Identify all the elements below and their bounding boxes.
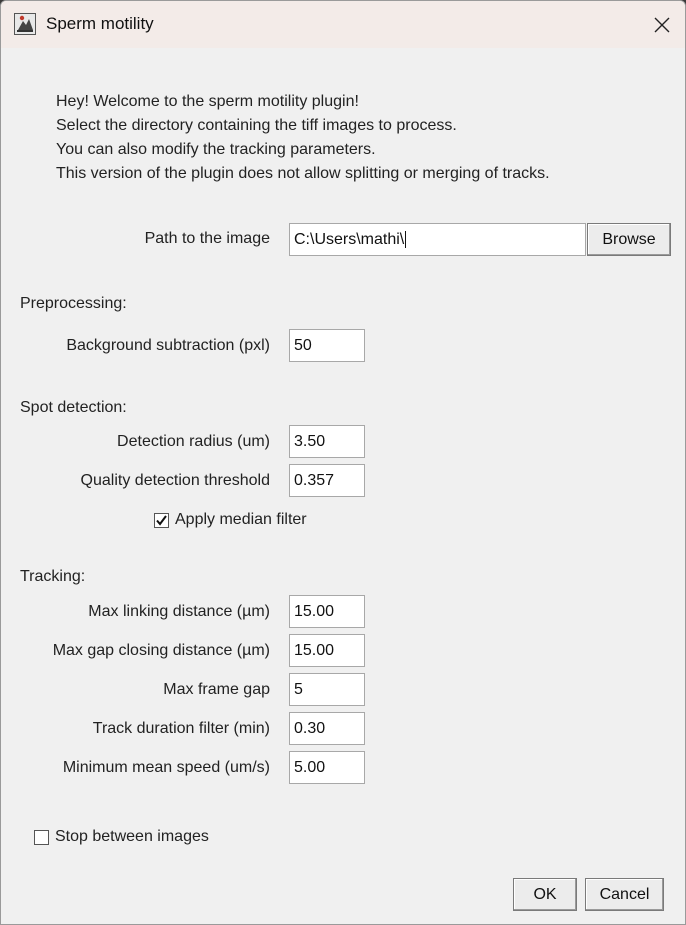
median-filter-label: Apply median filter xyxy=(175,511,307,528)
close-icon xyxy=(654,17,670,32)
text-cursor xyxy=(405,231,407,248)
minimum-mean-speed-label: Minimum mean speed (um/s) xyxy=(62,759,270,776)
median-filter-checkbox[interactable] xyxy=(154,512,169,528)
quality-threshold-label: Quality detection threshold xyxy=(80,472,270,489)
max-frame-gap-label: Max frame gap xyxy=(163,681,270,698)
track-duration-filter-input[interactable]: 0.30 xyxy=(289,712,365,745)
background-subtraction-input[interactable]: 50 xyxy=(289,329,365,362)
preprocessing-heading: Preprocessing: xyxy=(20,295,127,312)
window-title: Sperm motility xyxy=(46,14,154,33)
max-linking-distance-label: Max linking distance (µm) xyxy=(88,603,270,620)
imagej-app-icon xyxy=(14,13,36,35)
max-linking-distance-input[interactable]: 15.00 xyxy=(289,595,365,628)
tracking-heading: Tracking: xyxy=(20,568,86,585)
detection-radius-label: Detection radius (um) xyxy=(117,433,270,450)
background-subtraction-label: Background subtraction (pxl) xyxy=(66,337,270,354)
cancel-button[interactable]: Cancel xyxy=(585,878,664,911)
spot-detection-heading: Spot detection: xyxy=(20,399,127,416)
path-input[interactable]: C:\Users\mathi\ xyxy=(289,223,586,256)
intro-line: Hey! Welcome to the sperm motility plugi… xyxy=(56,93,359,110)
ok-button[interactable]: OK xyxy=(513,878,577,911)
title-bar: Sperm motility xyxy=(1,1,685,48)
intro-line: Select the directory containing the tiff… xyxy=(56,117,457,134)
max-frame-gap-input[interactable]: 5 xyxy=(289,673,365,706)
max-gap-closing-distance-label: Max gap closing distance (µm) xyxy=(52,642,270,659)
dialog-window: Sperm motility Hey! Welcome to the sperm… xyxy=(0,0,686,925)
stop-between-images-checkbox-row[interactable]: Stop between images xyxy=(34,828,209,846)
track-duration-filter-label: Track duration filter (min) xyxy=(92,720,270,737)
stop-between-images-label: Stop between images xyxy=(55,828,209,845)
path-value: C:\Users\mathi\ xyxy=(294,231,405,248)
intro-line: This version of the plugin does not allo… xyxy=(56,165,550,182)
median-filter-checkbox-row[interactable]: Apply median filter xyxy=(154,511,307,529)
browse-button[interactable]: Browse xyxy=(587,223,671,256)
close-button[interactable] xyxy=(639,1,685,48)
minimum-mean-speed-input[interactable]: 5.00 xyxy=(289,751,365,784)
checkmark-icon xyxy=(156,514,167,526)
intro-text: Hey! Welcome to the sperm motility plugi… xyxy=(56,90,550,186)
detection-radius-input[interactable]: 3.50 xyxy=(289,425,365,458)
max-gap-closing-distance-input[interactable]: 15.00 xyxy=(289,634,365,667)
intro-line: You can also modify the tracking paramet… xyxy=(56,141,376,158)
path-label: Path to the image xyxy=(144,230,270,247)
stop-between-images-checkbox[interactable] xyxy=(34,829,49,845)
quality-threshold-input[interactable]: 0.357 xyxy=(289,464,365,497)
